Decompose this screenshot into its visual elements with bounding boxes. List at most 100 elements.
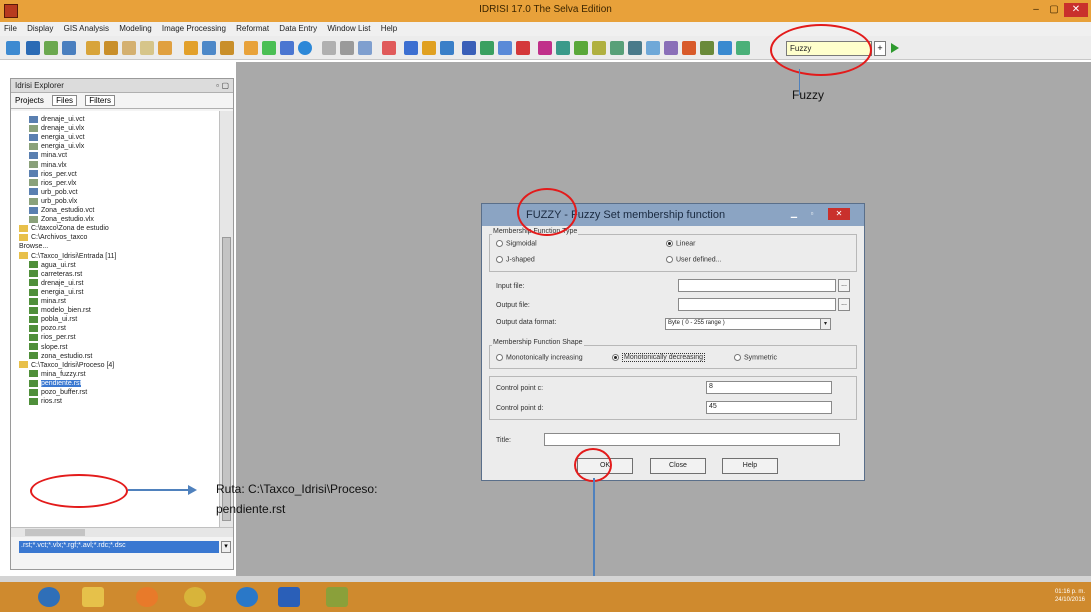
radio-user-defined[interactable]: User defined...	[666, 256, 722, 263]
file-item[interactable]: agua_ui.rst	[29, 261, 76, 270]
maximize-button[interactable]: ▢	[1046, 3, 1062, 17]
digitize-icon[interactable]	[86, 41, 100, 55]
file-item[interactable]: energia_ui.rst	[29, 288, 83, 297]
file-item[interactable]: drenaje_ui.vlx	[29, 124, 84, 133]
image-icon[interactable]	[646, 41, 660, 55]
minimize-button[interactable]: –	[1028, 3, 1044, 17]
internet-explorer-icon[interactable]	[38, 587, 60, 607]
output-file-browse-button[interactable]: ...	[838, 298, 850, 311]
menu-data-entry[interactable]: Data Entry	[275, 22, 321, 33]
file-item[interactable]: carreteras.rst	[29, 270, 82, 279]
edit-icon[interactable]	[104, 41, 118, 55]
filter-dropdown-button[interactable]: ▾	[221, 541, 231, 553]
run-module-icon[interactable]	[891, 43, 899, 53]
dialog-close-button[interactable]: ✕	[828, 208, 850, 220]
pan-icon[interactable]	[158, 41, 172, 55]
help-button[interactable]: Help	[722, 458, 778, 474]
radio-monotonic-increasing[interactable]: Monotonically increasing	[496, 354, 583, 361]
horizontal-scroll-thumb[interactable]	[25, 529, 85, 536]
query-icon[interactable]	[184, 41, 198, 55]
radio-symmetric[interactable]: Symmetric	[734, 354, 777, 361]
idrisi-taskbar-icon[interactable]	[326, 587, 348, 607]
legend-icon[interactable]	[280, 41, 294, 55]
title-field[interactable]	[544, 433, 840, 446]
file-item[interactable]: pozo.rst	[29, 324, 66, 333]
terrain-icon[interactable]	[422, 41, 436, 55]
file-item[interactable]: pendiente.rst	[29, 379, 82, 388]
menu-file[interactable]: File	[0, 22, 21, 33]
climate-icon[interactable]	[574, 41, 588, 55]
folder-entrada[interactable]: C:\Taxco_Idrisi\Entrada [11]	[19, 252, 116, 261]
chrome-icon[interactable]	[184, 587, 206, 607]
decision-icon[interactable]	[736, 41, 750, 55]
output-file-field[interactable]	[678, 298, 836, 311]
globe-icon[interactable]	[298, 41, 312, 55]
radio-sigmoidal[interactable]: Sigmoidal	[496, 240, 537, 247]
file-item[interactable]: modelo_bien.rst	[29, 306, 91, 315]
menu-gis-analysis[interactable]: GIS Analysis	[60, 22, 113, 33]
explorer-horizontal-scrollbar[interactable]	[11, 527, 233, 537]
radio-monotonic-decreasing[interactable]: Monotonically decreasing	[612, 353, 705, 363]
file-item[interactable]: rios_per.vlx	[29, 179, 76, 188]
close-explorer-button[interactable]: ▢	[221, 81, 229, 90]
add-module-button[interactable]: +	[874, 41, 886, 56]
edit-attributes-icon[interactable]	[516, 41, 530, 55]
classify-icon[interactable]	[682, 41, 696, 55]
menu-display[interactable]: Display	[23, 22, 57, 33]
output-format-select[interactable]: Byte ( 0 - 255 range ) ▾	[665, 318, 831, 330]
chart-icon[interactable]	[404, 41, 418, 55]
profile-icon[interactable]	[220, 41, 234, 55]
earth-trends-icon[interactable]	[556, 41, 570, 55]
explorer-vertical-scrollbar[interactable]	[219, 111, 233, 527]
menu-image-processing[interactable]: Image Processing	[158, 22, 230, 33]
dialog-minimize-button[interactable]: ▁	[786, 208, 802, 220]
menu-window-list[interactable]: Window List	[323, 22, 374, 33]
folder-item[interactable]: C:\taxco\Zona de estudio	[19, 224, 109, 233]
fuzzy-icon[interactable]	[718, 41, 732, 55]
display-launcher-icon[interactable]	[26, 41, 40, 55]
habitat-icon[interactable]	[592, 41, 606, 55]
close-button[interactable]: Close	[650, 458, 706, 474]
menu-reformat[interactable]: Reformat	[232, 22, 273, 33]
firefox-icon[interactable]	[136, 587, 158, 607]
file-item[interactable]: mina.rst	[29, 297, 66, 306]
file-item[interactable]: mina.vct	[29, 151, 67, 160]
tray-clock[interactable]: 01:16 p. m. 24/10/2016	[1055, 588, 1085, 604]
scroll-thumb[interactable]	[222, 237, 231, 521]
file-item[interactable]: Zona_estudio.vct	[29, 206, 94, 215]
menu-modeling[interactable]: Modeling	[115, 22, 155, 33]
radio-j-shaped[interactable]: J-shaped	[496, 256, 535, 263]
measure-icon[interactable]	[202, 41, 216, 55]
file-item[interactable]: rios_per.vct	[29, 170, 77, 179]
file-item[interactable]: energia_ui.vlx	[29, 142, 84, 151]
refresh-icon[interactable]	[358, 41, 372, 55]
file-item[interactable]: drenaje_ui.vct	[29, 115, 85, 124]
calculator-icon[interactable]	[480, 41, 494, 55]
file-filter-field[interactable]: .rst;*.vct;*.vlx;*.rgf;*.avl;*.rdc;*.dsc	[19, 541, 219, 553]
radio-linear[interactable]: Linear	[666, 240, 695, 247]
file-item[interactable]: zona_estudio.rst	[29, 352, 92, 361]
file-item[interactable]: mina_fuzzy.rst	[29, 370, 86, 379]
file-item[interactable]: mina.vlx	[29, 161, 67, 170]
model-icon[interactable]	[610, 41, 624, 55]
close-window-button[interactable]: ✕	[1064, 3, 1088, 17]
map-icon[interactable]	[262, 41, 276, 55]
file-item[interactable]: urb_pob.vlx	[29, 197, 77, 206]
tab-filters[interactable]: Filters	[85, 95, 116, 106]
zoom-out-icon[interactable]	[340, 41, 354, 55]
file-explorer-icon[interactable]	[82, 587, 104, 607]
folder-item[interactable]: Browse...	[19, 242, 48, 251]
table-icon[interactable]	[462, 41, 476, 55]
overlay-icon[interactable]	[382, 41, 396, 55]
folder-proceso[interactable]: C:\Taxco_Idrisi\Proceso [4]	[19, 361, 114, 370]
file-item[interactable]: pozo_buffer.rst	[29, 388, 87, 397]
project-icon[interactable]	[628, 41, 642, 55]
chevron-down-icon[interactable]: ▾	[820, 319, 830, 329]
open-folder-icon[interactable]	[6, 41, 20, 55]
grid-icon[interactable]	[244, 41, 258, 55]
file-item[interactable]: drenaje_ui.rst	[29, 279, 83, 288]
reclass-icon[interactable]	[498, 41, 512, 55]
pin-icon[interactable]: ▫	[216, 81, 219, 90]
layer-icon[interactable]	[62, 41, 76, 55]
word-icon[interactable]	[278, 587, 300, 607]
